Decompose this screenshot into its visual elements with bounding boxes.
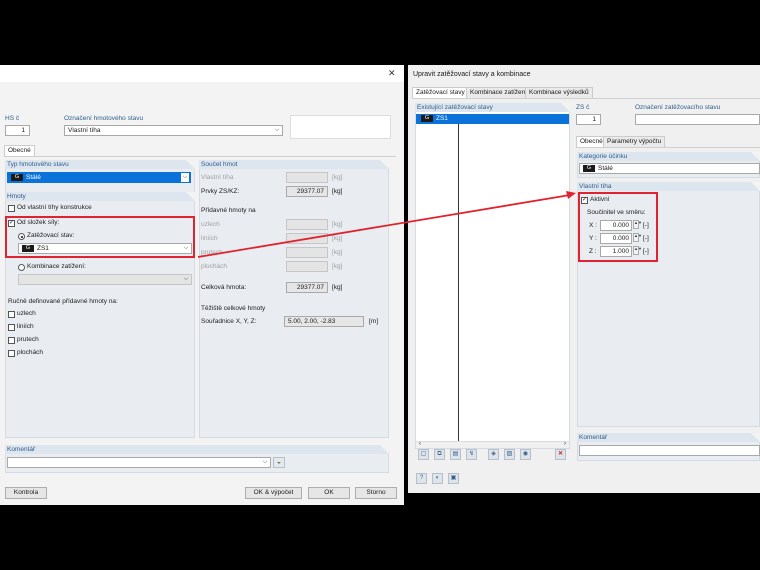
arrow-head [566, 191, 576, 199]
arrow-line [197, 194, 571, 258]
annotation-arrow [197, 191, 576, 258]
